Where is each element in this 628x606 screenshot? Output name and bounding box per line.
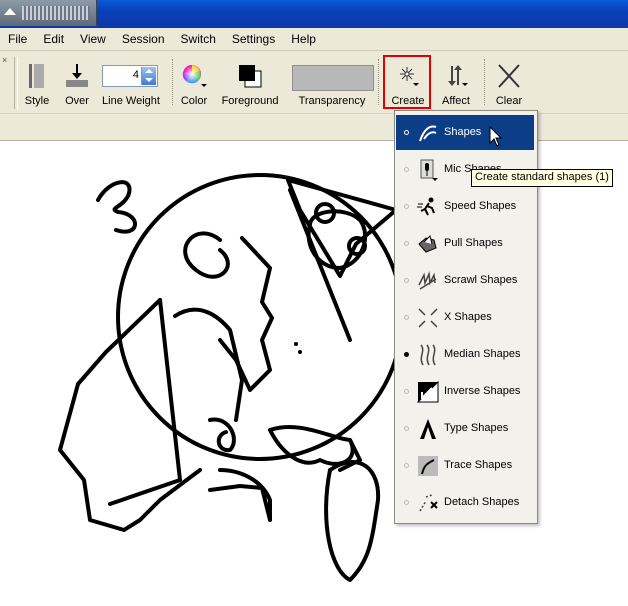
menu-bar: File Edit View Session Switch Settings H… (0, 28, 628, 51)
toolbar-separator (484, 59, 486, 105)
trace-shapes-icon (418, 456, 438, 476)
create-highlight-box (383, 55, 431, 109)
transparency-label: Transparency (298, 95, 366, 107)
toolbar: × Style Over 4 Line Weight Color Foregro… (0, 51, 628, 113)
clear-label: Clear (495, 95, 523, 107)
dropdown-item-type-shapes[interactable]: Type Shapes (396, 411, 534, 446)
scrawl-shapes-icon (418, 271, 437, 290)
radio-indicator (404, 241, 409, 246)
radio-indicator (404, 352, 409, 357)
foreground-label: Foreground (221, 95, 279, 107)
system-menu-button[interactable] (0, 0, 97, 26)
menu-file[interactable]: File (0, 32, 35, 46)
style-icon (29, 64, 44, 88)
title-bar (0, 0, 628, 28)
type-shapes-icon (420, 419, 436, 439)
clear-button[interactable]: Clear (490, 61, 528, 111)
radio-indicator (404, 426, 409, 431)
mouse-cursor-icon (489, 126, 503, 147)
menu-edit[interactable]: Edit (35, 32, 72, 46)
dropdown-item-trace-shapes[interactable]: Trace Shapes (396, 448, 534, 483)
scribble (324, 459, 381, 582)
scribble (208, 468, 272, 522)
menu-session[interactable]: Session (114, 32, 173, 46)
line-weight-stepper[interactable]: 4 (102, 65, 158, 87)
color-button[interactable]: Color (176, 61, 212, 111)
transparency-slider[interactable] (292, 65, 374, 91)
scribble (208, 417, 236, 453)
scribble-loop (183, 231, 230, 279)
dropdown-item-scrawl-shapes[interactable]: Scrawl Shapes (396, 263, 534, 298)
continent-shape (173, 307, 244, 422)
toolbar-separator (172, 59, 174, 105)
affect-button[interactable]: Affect (436, 61, 476, 111)
over-icon (66, 64, 88, 87)
pull-shapes-icon (418, 235, 437, 253)
radio-indicator (404, 167, 409, 172)
speed-shapes-icon (417, 197, 435, 216)
radio-indicator (404, 463, 409, 468)
transparency-control[interactable]: Transparency (292, 61, 374, 111)
line-weight-label: Line Weight (102, 95, 160, 107)
detach-shapes-icon (419, 494, 438, 512)
line-weight-control: 4 Line Weight (88, 61, 174, 111)
x-shapes-icon (418, 308, 438, 328)
clear-x-icon (498, 64, 520, 88)
dropdown-item-detach-shapes[interactable]: Detach Shapes (396, 485, 534, 520)
toolbar-grip[interactable] (14, 57, 18, 109)
scribble-3 (96, 180, 137, 234)
style-label: Style (24, 95, 50, 107)
radio-indicator (404, 315, 409, 320)
affect-arrows-icon (448, 65, 468, 86)
inverse-shapes-icon (416, 380, 439, 403)
foreground-button[interactable]: Foreground (218, 61, 282, 111)
dropdown-item-inverse-shapes[interactable]: Inverse Shapes (396, 374, 534, 409)
radio-indicator (404, 204, 409, 209)
radio-indicator (404, 389, 409, 394)
style-button[interactable]: Style (20, 61, 54, 111)
menu-help[interactable]: Help (283, 32, 324, 46)
spinner-arrows-icon[interactable] (141, 67, 156, 85)
foreground-swatch-icon (239, 65, 262, 88)
radio-indicator (404, 278, 409, 283)
menu-view[interactable]: View (72, 32, 114, 46)
shapes-icon (419, 125, 437, 142)
mic-shapes-icon (420, 159, 438, 181)
tooltip: Create standard shapes (1) (471, 169, 613, 187)
toolbar-separator (378, 59, 380, 105)
menu-switch[interactable]: Switch (173, 32, 224, 46)
toolbar-close-icon[interactable]: × (2, 55, 7, 65)
color-label: Color (180, 95, 208, 107)
median-shapes-icon (420, 344, 436, 366)
radio-indicator (404, 130, 409, 135)
dropdown-item-median-shapes[interactable]: Median Shapes (396, 337, 534, 372)
dropdown-item-speed-shapes[interactable]: Speed Shapes (396, 189, 534, 224)
line-weight-value: 4 (132, 69, 139, 81)
grip-handle[interactable] (22, 6, 90, 20)
dropdown-item-shapes[interactable]: Shapes (396, 115, 534, 150)
menu-settings[interactable]: Settings (224, 32, 283, 46)
triangle-up-icon (4, 8, 16, 15)
affect-label: Affect (442, 95, 470, 107)
dropdown-item-x-shapes[interactable]: X Shapes (396, 300, 534, 335)
color-wheel-icon (182, 65, 207, 87)
dropdown-item-pull-shapes[interactable]: Pull Shapes (396, 226, 534, 261)
radio-indicator (404, 500, 409, 505)
